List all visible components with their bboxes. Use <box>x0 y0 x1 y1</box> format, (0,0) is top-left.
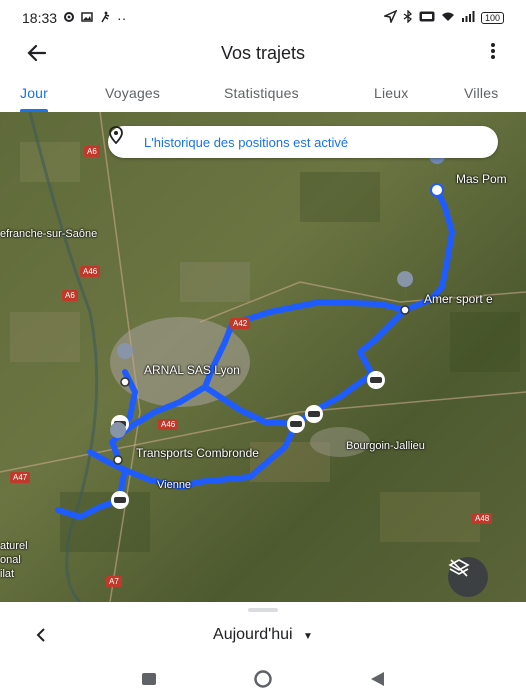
place-label[interactable]: Mas Pom <box>456 172 507 186</box>
satellite-map <box>0 112 526 602</box>
road-shield: A7 <box>106 576 122 587</box>
back-arrow-icon[interactable] <box>24 40 50 66</box>
road-shield: A42 <box>230 318 251 329</box>
volte-icon <box>419 11 435 25</box>
recents-icon[interactable] <box>140 670 158 693</box>
map-view[interactable]: L'historique des positions est activé Ma… <box>0 112 526 602</box>
wifi-icon <box>441 11 455 25</box>
tab-bar: Jour Voyages Statistiques Lieux Villes <box>0 78 526 112</box>
tab-statistiques[interactable]: Statistiques <box>224 78 299 112</box>
status-time: 18:33 <box>22 10 58 26</box>
road-shield: A46 <box>158 419 179 430</box>
battery-indicator: 100 <box>480 12 504 24</box>
location-history-banner[interactable]: L'historique des positions est activé <box>108 126 498 158</box>
place-label[interactable]: Transports Combronde <box>136 446 259 460</box>
sheet-handle[interactable] <box>248 608 278 612</box>
status-more: ·· <box>117 10 127 26</box>
signal-icon <box>461 11 475 25</box>
layers-button[interactable] <box>448 557 488 597</box>
road-shield: A47 <box>10 472 31 483</box>
status-bar: 18:33 ·· 100 <box>0 0 526 36</box>
dropdown-arrow-icon: ▼ <box>303 631 313 642</box>
tab-voyages[interactable]: Voyages <box>105 78 160 112</box>
place-label[interactable]: Amer sport e <box>424 292 493 306</box>
more-vert-icon[interactable] <box>490 42 496 64</box>
banner-text: L'historique des positions est activé <box>144 134 349 150</box>
road-shield: A46 <box>80 266 101 277</box>
town-label: efranche-sur-Saône <box>0 228 98 240</box>
bluetooth-icon <box>403 9 413 26</box>
back-triangle-icon[interactable] <box>368 670 386 693</box>
image-icon <box>81 10 93 26</box>
town-label: Vienne <box>157 479 192 491</box>
place-label[interactable]: ARNAL SAS Lyon <box>144 363 240 377</box>
road-shield: A48 <box>472 513 493 524</box>
tab-jour[interactable]: Jour <box>20 78 49 112</box>
day-dropdown[interactable]: Aujourd'hui ▼ <box>0 626 526 644</box>
page-title: Vos trajets <box>220 42 306 63</box>
town-label: Bourgoin-Jallieu <box>346 440 425 452</box>
day-label: Aujourd'hui <box>213 626 293 643</box>
road-shield: A6 <box>62 290 78 301</box>
park-label: onal <box>0 554 21 566</box>
park-label: aturel <box>0 540 28 552</box>
home-icon[interactable] <box>250 670 276 693</box>
system-nav-bar <box>0 662 526 700</box>
tab-villes[interactable]: Villes <box>464 78 498 112</box>
park-label: ilat <box>0 568 15 580</box>
road-shield: A6 <box>84 146 100 157</box>
app-bar: Vos trajets <box>0 36 526 70</box>
settings-icon <box>63 10 75 26</box>
sports-icon <box>99 10 111 26</box>
location-icon <box>382 9 398 26</box>
tab-lieux[interactable]: Lieux <box>374 78 408 112</box>
day-selector-sheet: Aujourd'hui ▼ <box>0 602 526 662</box>
